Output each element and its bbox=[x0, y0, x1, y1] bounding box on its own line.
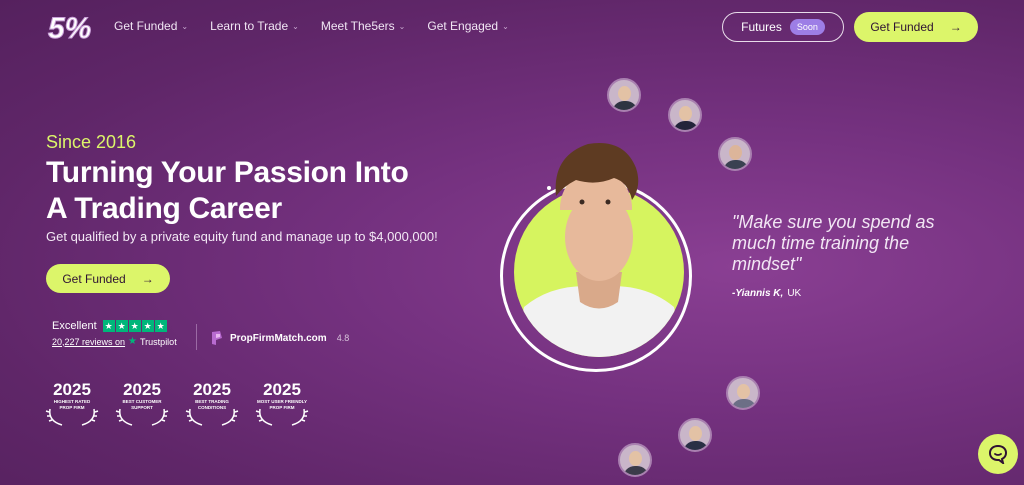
chevron-down-icon: ⌄ bbox=[502, 21, 509, 31]
arrow-right-icon: → bbox=[949, 20, 962, 34]
laurel-icon bbox=[255, 408, 309, 426]
trustpilot-reviews-link[interactable]: 20,227 reviews on bbox=[52, 337, 125, 347]
award-badge: 2025 BEST TRADING CONDITIONS bbox=[184, 381, 240, 427]
hero-headline: Turning Your Passion Into A Trading Care… bbox=[46, 155, 486, 227]
star-icon: ★ bbox=[102, 320, 115, 332]
propfirmmatch-logo-icon bbox=[212, 331, 222, 345]
get-funded-label: Get Funded bbox=[870, 20, 934, 34]
award-badge: 2025 HIGHEST RATED PROP FIRM bbox=[44, 381, 100, 427]
ratings-divider bbox=[196, 324, 197, 350]
author-country: UK bbox=[787, 288, 802, 299]
headline-line-1: Turning Your Passion Into bbox=[46, 156, 409, 189]
award-badge: 2025 MOST USER FRIENDLY PROP FIRM bbox=[254, 381, 310, 427]
top-navigation: 5% Get Funded ⌄ Learn to Trade ⌄ Meet The5… bbox=[0, 0, 1024, 54]
trader-avatar bbox=[668, 98, 702, 132]
headline-line-2: A Trading Career bbox=[46, 192, 282, 225]
menu-get-engaged[interactable]: Get Engaged ⌄ bbox=[427, 19, 508, 33]
chat-button[interactable] bbox=[978, 434, 1018, 474]
chevron-down-icon: ⌄ bbox=[181, 21, 189, 31]
logo-text: 5% bbox=[48, 12, 91, 44]
testimonial-quote: "Make sure you spend as much time traini… bbox=[732, 212, 935, 274]
portrait-circle bbox=[514, 187, 684, 357]
laurel-icon bbox=[45, 408, 99, 426]
trustpilot-star-icon: ★ bbox=[128, 336, 138, 347]
trader-avatar bbox=[678, 418, 712, 452]
award-year: 2025 bbox=[263, 380, 301, 399]
arrow-right-icon: → bbox=[141, 271, 154, 286]
testimonial-author: -Yiannis K, UK bbox=[732, 288, 801, 299]
menu-label: Learn to Trade bbox=[210, 19, 289, 33]
awards-row: 2025 HIGHEST RATED PROP FIRM 2025 BEST CU… bbox=[44, 381, 310, 427]
trader-avatar bbox=[607, 78, 641, 112]
trader-avatar bbox=[618, 443, 652, 477]
trader-hair-image bbox=[555, 143, 639, 210]
trustpilot-stars: ★ ★ ★ ★ ★ bbox=[102, 320, 167, 332]
get-funded-nav-button[interactable]: Get Funded → bbox=[854, 12, 978, 42]
award-year: 2025 bbox=[193, 380, 231, 399]
get-funded-hero-button[interactable]: Get Funded → bbox=[46, 264, 170, 293]
chevron-down-icon: ⌄ bbox=[292, 21, 299, 31]
chevron-down-icon: ⌄ bbox=[398, 21, 406, 31]
chat-bubble-icon bbox=[988, 444, 1008, 464]
menu-label: Meet The5ers bbox=[320, 19, 395, 33]
futures-label: Futures bbox=[741, 20, 782, 34]
award-year: 2025 bbox=[123, 380, 161, 399]
propfirmmatch-score: 4.8 bbox=[336, 333, 350, 343]
award-year: 2025 bbox=[53, 380, 91, 399]
star-icon: ★ bbox=[141, 320, 154, 332]
the5ers-logo[interactable]: 5% bbox=[46, 10, 102, 46]
trader-avatar bbox=[718, 137, 752, 171]
menu-get-funded[interactable]: Get Funded ⌄ bbox=[114, 19, 188, 33]
star-icon: ★ bbox=[154, 320, 167, 332]
star-icon: ★ bbox=[115, 320, 128, 332]
cta-label: Get Funded bbox=[62, 271, 126, 286]
trustpilot-rating-word: Excellent bbox=[52, 320, 97, 332]
soon-badge: Soon bbox=[789, 19, 825, 35]
author-name: -Yiannis K, bbox=[732, 288, 784, 299]
trustpilot-brand: Trustpilot bbox=[140, 336, 177, 347]
laurel-icon bbox=[115, 408, 169, 426]
propfirmmatch-widget[interactable]: PropFirmMatch.com 4.8 bbox=[210, 330, 349, 346]
award-badge: 2025 BEST CUSTOMER SUPPORT bbox=[114, 381, 170, 427]
trader-avatar bbox=[726, 376, 760, 410]
menu-label: Get Engaged bbox=[427, 19, 499, 33]
logo-icon: 5% bbox=[48, 12, 92, 46]
menu-label: Get Funded bbox=[114, 19, 178, 33]
trader-portrait-image bbox=[514, 193, 684, 357]
since-label: Since 2016 bbox=[46, 132, 137, 152]
menu-meet-the5ers[interactable]: Meet The5ers ⌄ bbox=[321, 19, 406, 33]
futures-button[interactable]: Futures Soon bbox=[722, 12, 844, 42]
hero-subline: Get qualified by a private equity fund a… bbox=[46, 229, 438, 244]
menu-learn-to-trade[interactable]: Learn to Trade ⌄ bbox=[210, 19, 299, 33]
star-icon: ★ bbox=[128, 320, 141, 332]
propfirmmatch-name: PropFirmMatch.com bbox=[230, 332, 327, 344]
laurel-icon bbox=[185, 408, 239, 426]
main-menu: Get Funded ⌄ Learn to Trade ⌄ Meet The5ers… bbox=[114, 19, 509, 33]
trustpilot-widget[interactable]: Excellent ★ ★ ★ ★ ★ 20,227 reviews on ★ … bbox=[52, 320, 177, 347]
